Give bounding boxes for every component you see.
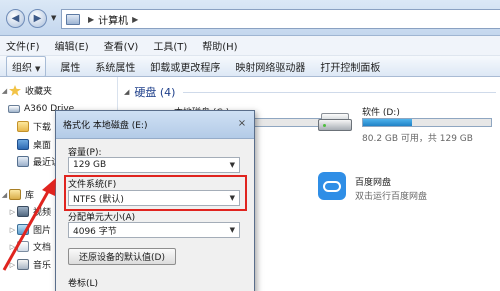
back-button[interactable]: ◀ <box>6 9 25 28</box>
star-icon <box>9 85 21 96</box>
restore-defaults-button[interactable]: 还原设备的默认值(D) <box>68 248 176 265</box>
menu-view[interactable]: 查看(V) <box>104 38 139 53</box>
nav-downloads[interactable]: 下载 <box>17 119 51 134</box>
volume-label-label: 卷标(L) <box>68 279 99 289</box>
properties-button[interactable]: 属性 <box>60 59 80 74</box>
organize-label: 组织 <box>12 62 32 74</box>
nav-desktop[interactable]: 桌面 <box>17 137 51 152</box>
address-bar: ◀ ▶ ▼ ▶ 计算机 ▶ <box>0 0 500 36</box>
format-dialog: 格式化 本地磁盘 (E:) × 容量(P): 129 GB ▼ 文件系统(F) … <box>55 110 255 291</box>
nav-favorites[interactable]: ◢ 收藏夹 <box>0 83 52 98</box>
baidu-netdisk-icon[interactable] <box>318 172 346 200</box>
menu-edit[interactable]: 编辑(E) <box>55 38 89 53</box>
drive-d-usage-fill <box>363 119 412 126</box>
nav-label: 桌面 <box>33 141 52 151</box>
menu-bar: 文件(F) 编辑(E) 查看(V) 工具(T) 帮助(H) <box>0 36 500 56</box>
uninstall-program-button[interactable]: 卸载或更改程序 <box>150 59 220 74</box>
dialog-titlebar[interactable]: 格式化 本地磁盘 (E:) × <box>56 111 254 139</box>
cloud-drive-icon <box>8 104 20 113</box>
menu-tools[interactable]: 工具(T) <box>153 38 187 53</box>
close-icon[interactable]: × <box>235 117 249 131</box>
collapse-arrow-icon[interactable]: ◢ <box>124 88 129 96</box>
recent-pages-dropdown-icon[interactable]: ▼ <box>51 14 56 22</box>
drive-d-usage-bar <box>362 118 492 127</box>
collapse-arrow-icon[interactable]: ◢ <box>0 87 9 95</box>
organize-button[interactable]: 组织 ▼ <box>6 55 47 77</box>
baidu-netdisk-name[interactable]: 百度网盘 <box>355 175 391 188</box>
chevron-down-icon: ▼ <box>229 226 235 234</box>
allocation-unit-select[interactable]: 4096 字节 ▼ <box>68 222 240 238</box>
back-arrow-icon: ◀ <box>11 13 20 24</box>
group-divider <box>183 91 496 93</box>
system-properties-button[interactable]: 系统属性 <box>95 59 135 74</box>
allocation-unit-value: 4096 字节 <box>73 226 117 237</box>
nav-label: 下载 <box>33 123 52 133</box>
chevron-down-icon: ▼ <box>229 161 235 169</box>
dialog-title: 格式化 本地磁盘 (E:) <box>63 121 148 131</box>
drive-d-tile[interactable]: 软件 (D:) 80.2 GB 可用，共 129 GB <box>318 105 500 150</box>
file-system-select[interactable]: NTFS (默认) ▼ <box>68 190 240 206</box>
nav-label: 收藏夹 <box>25 87 53 97</box>
computer-icon <box>66 13 80 25</box>
breadcrumb-computer[interactable]: 计算机 <box>98 12 128 27</box>
forward-arrow-icon: ▶ <box>33 13 42 24</box>
chevron-right-icon[interactable]: ▶ <box>88 15 94 24</box>
chevron-down-icon: ▼ <box>35 64 41 73</box>
drive-d-size: 80.2 GB 可用，共 129 GB <box>362 134 473 144</box>
drive-led-shape <box>323 124 326 127</box>
address-field[interactable]: ▶ 计算机 ▶ <box>61 9 500 29</box>
group-title: 硬盘 (4) <box>134 86 176 99</box>
file-system-label: 文件系统(F) <box>68 180 117 190</box>
cloud-shape <box>323 180 341 192</box>
menu-help[interactable]: 帮助(H) <box>202 38 237 53</box>
map-network-drive-button[interactable]: 映射网络驱动器 <box>235 59 305 74</box>
downloads-folder-icon <box>17 121 29 132</box>
red-annotation-arrow <box>2 178 56 271</box>
command-bar: 组织 ▼ 属性 系统属性 卸载或更改程序 映射网络驱动器 打开控制面板 <box>0 55 500 77</box>
drive-d-name: 软件 (D:) <box>362 108 400 118</box>
hard-drive-icon <box>318 111 352 133</box>
capacity-select[interactable]: 129 GB ▼ <box>68 157 240 173</box>
chevron-down-icon: ▼ <box>229 194 235 202</box>
arrow-head <box>42 178 56 196</box>
menu-file[interactable]: 文件(F) <box>6 38 40 53</box>
chevron-right-icon[interactable]: ▶ <box>132 15 138 24</box>
open-control-panel-button[interactable]: 打开控制面板 <box>320 59 380 74</box>
arrow-shaft <box>2 187 52 271</box>
file-system-value: NTFS (默认) <box>73 194 124 205</box>
baidu-netdisk-description: 双击运行百度网盘 <box>355 192 428 202</box>
capacity-value: 129 GB <box>73 160 107 170</box>
forward-button[interactable]: ▶ <box>28 9 47 28</box>
desktop-icon <box>17 139 29 150</box>
hard-disk-group-header[interactable]: ◢ 硬盘 (4) <box>124 85 496 99</box>
